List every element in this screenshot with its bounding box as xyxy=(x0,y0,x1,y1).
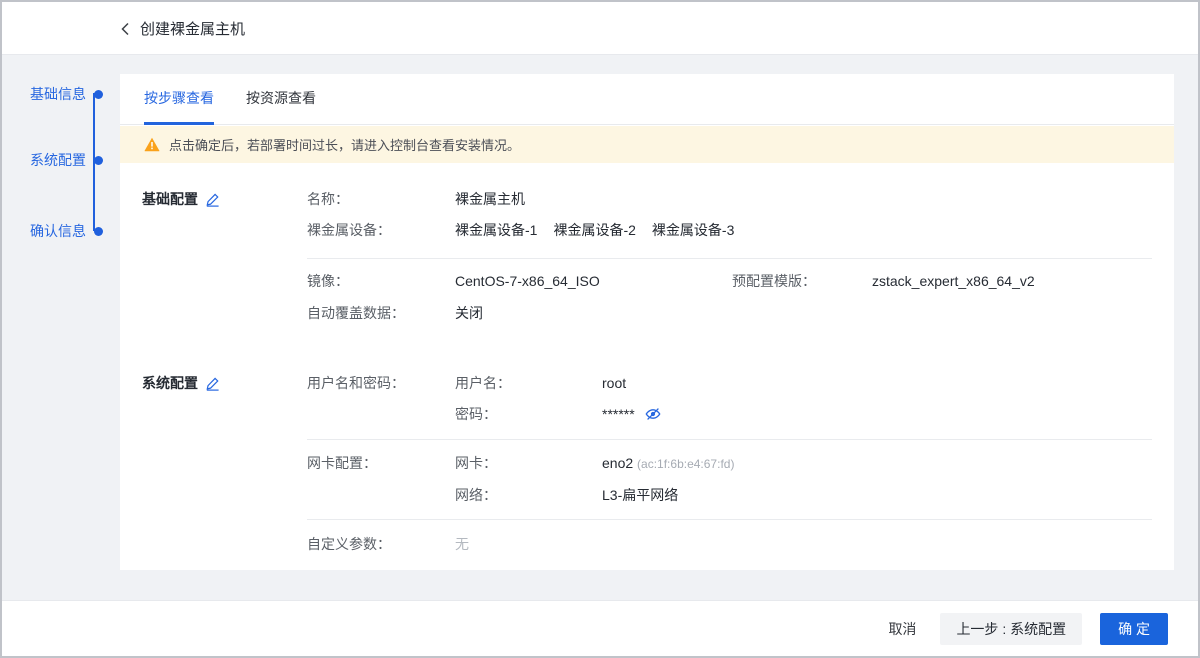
field-sublabel: 网络： xyxy=(455,485,497,505)
back-button[interactable]: 创建裸金属主机 xyxy=(120,2,245,55)
field-value: 无 xyxy=(455,534,469,554)
device-item: 裸金属设备-1 xyxy=(455,220,537,240)
password-masked-value: ****** xyxy=(602,404,661,424)
field-value: eno2 (ac:1f:6b:e4:67:fd) xyxy=(602,453,734,474)
field-value: L3-扁平网络 xyxy=(602,485,678,505)
field-value: zstack_expert_x86_64_v2 xyxy=(872,271,1035,291)
stepper-dot-icon xyxy=(94,227,103,236)
divider xyxy=(307,258,1152,259)
device-item: 裸金属设备-2 xyxy=(553,220,635,240)
row-nic: 网卡配置： 网卡： eno2 (ac:1f:6b:e4:67:fd) xyxy=(120,453,1174,473)
row-overwrite-data: 自动覆盖数据： 关闭 xyxy=(120,303,1174,323)
device-item: 裸金属设备-3 xyxy=(652,220,734,240)
field-value: 关闭 xyxy=(455,303,483,323)
device-list: 裸金属设备-1 裸金属设备-2 裸金属设备-3 xyxy=(455,220,734,240)
stepper-dot-icon xyxy=(94,90,103,99)
summary-card: 按步骤查看 按资源查看 点击确定后，若部署时间过长，请进入控制台查看安装情况。 … xyxy=(120,74,1174,570)
row-name: 名称： 裸金属主机 xyxy=(120,189,1174,209)
stepper-item-confirm-info[interactable]: 确认信息 xyxy=(2,222,103,240)
password-asterisks: ****** xyxy=(602,406,635,422)
cancel-button[interactable]: 取消 xyxy=(882,619,922,639)
nic-mac-address: (ac:1f:6b:e4:67:fd) xyxy=(637,457,734,471)
field-label: 预配置模版： xyxy=(732,271,816,291)
page-title: 创建裸金属主机 xyxy=(140,18,245,39)
confirm-content: 基础配置 名称： 裸金属主机 裸金属设备： 裸金属设备-1 裸金属设备-2 裸金… xyxy=(120,74,1174,570)
row-devices: 裸金属设备： 裸金属设备-1 裸金属设备-2 裸金属设备-3 xyxy=(120,220,1174,240)
divider xyxy=(307,439,1152,440)
field-label: 用户名和密码： xyxy=(307,373,405,393)
row-password: 密码： ****** xyxy=(120,404,1174,424)
field-label: 镜像： xyxy=(307,271,349,291)
eye-invisible-icon[interactable] xyxy=(645,406,661,422)
page-header: 创建裸金属主机 xyxy=(2,2,1198,55)
field-value: root xyxy=(602,373,626,393)
field-sublabel: 密码： xyxy=(455,404,497,424)
field-value: CentOS-7-x86_64_ISO xyxy=(455,271,600,291)
field-sublabel: 网卡： xyxy=(455,453,497,473)
stepper-item-basic-info[interactable]: 基础信息 xyxy=(2,85,103,103)
field-value: 裸金属主机 xyxy=(455,189,525,209)
field-label: 自动覆盖数据： xyxy=(307,303,405,323)
field-label: 自定义参数： xyxy=(307,534,391,554)
field-label: 网卡配置： xyxy=(307,453,377,473)
stepper-label: 系统配置 xyxy=(30,150,86,170)
field-label: 裸金属设备： xyxy=(307,220,391,240)
field-label: 名称： xyxy=(307,189,349,209)
app-window: 创建裸金属主机 基础信息 系统配置 确认信息 按步骤查看 按资源查看 xyxy=(0,0,1200,658)
divider xyxy=(307,519,1152,520)
previous-step-button[interactable]: 上一步 : 系统配置 xyxy=(940,613,1082,645)
back-chevron-icon xyxy=(120,22,130,36)
stepper-label: 基础信息 xyxy=(30,84,86,104)
stepper-item-system-config[interactable]: 系统配置 xyxy=(2,151,103,169)
stepper-label: 确认信息 xyxy=(30,221,86,241)
nic-name: eno2 xyxy=(602,455,633,471)
row-username: 用户名和密码： 用户名： root xyxy=(120,373,1174,393)
row-network: 网络： L3-扁平网络 xyxy=(120,485,1174,505)
field-sublabel: 用户名： xyxy=(455,373,511,393)
row-custom-params: 自定义参数： 无 xyxy=(120,534,1174,554)
stepper-dot-icon xyxy=(94,156,103,165)
row-image-template: 镜像： CentOS-7-x86_64_ISO 预配置模版： zstack_ex… xyxy=(120,271,1174,291)
footer-bar: 取消 上一步 : 系统配置 确 定 xyxy=(2,600,1198,656)
confirm-button[interactable]: 确 定 xyxy=(1100,613,1168,645)
